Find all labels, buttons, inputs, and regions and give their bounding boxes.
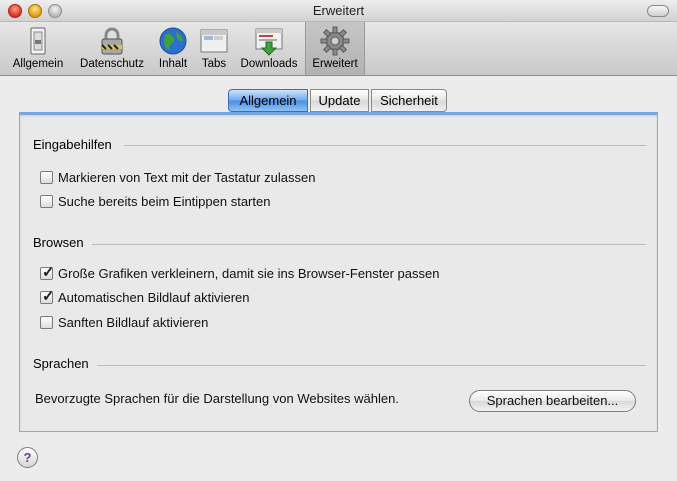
checkbox-label: Große Grafiken verkleinern, damit sie in… [58,266,440,281]
checkbox[interactable]: ✓ [40,288,55,305]
globe-icon [159,27,187,55]
toolbar-toggle-button[interactable] [647,5,669,17]
toolbar-item-tabs[interactable]: Tabs [195,22,233,75]
toolbar-label: Allgemein [12,58,64,70]
section-divider [92,244,646,245]
tab-content-panel: Eingabehilfen Markieren von Text mit der… [19,112,658,432]
toolbar-item-datenschutz[interactable]: Datenschutz [74,22,150,75]
section-title-eingabehilfen: Eingabehilfen [33,137,112,152]
checkbox-label: Suche bereits beim Eintippen starten [58,194,271,209]
tab-sicherheit[interactable]: Sicherheit [371,89,447,112]
section-title-browsen: Browsen [33,235,84,250]
section-title-sprachen: Sprachen [33,356,89,371]
checkbox-label: Automatischen Bildlauf aktivieren [58,290,250,305]
gear-icon [320,26,350,56]
edit-languages-button[interactable]: Sprachen bearbeiten... [469,390,636,412]
checkbox[interactable] [40,316,53,329]
section-divider [124,145,646,146]
preferences-toolbar: Allgemein Datenschutz Inhalt Tabs Downlo… [0,22,677,76]
toolbar-label: Downloads [240,58,298,70]
toolbar-label: Inhalt [158,58,188,70]
padlock-icon [101,27,123,55]
tab-allgemein[interactable]: Allgemein [228,89,308,112]
toolbar-label: Datenschutz [80,58,144,70]
toolbar-label: Erweitert [312,58,358,70]
toolbar-label: Tabs [201,58,227,70]
tabs-window-icon [200,29,228,53]
preferences-window: Erweitert Allgemein Datenschutz Inhalt T… [0,0,677,481]
checkbox[interactable] [40,171,53,184]
checkmark-icon: ✓ [42,264,55,281]
toolbar-item-inhalt[interactable]: Inhalt [153,22,193,75]
checkbox-label: Markieren von Text mit der Tastatur zula… [58,170,316,185]
section-divider [97,365,646,366]
downloads-icon [255,28,283,56]
checkbox[interactable]: ✓ [40,264,55,281]
toolbar-item-erweitert[interactable]: Erweitert [305,22,365,75]
checkmark-icon: ✓ [42,288,55,305]
title-bar[interactable]: Erweitert [0,0,677,22]
general-switch-icon [30,27,46,55]
help-button[interactable]: ? [17,447,38,468]
toolbar-item-downloads[interactable]: Downloads [236,22,302,75]
window-title: Erweitert [312,3,365,18]
tab-update[interactable]: Update [310,89,369,112]
toolbar-item-allgemein[interactable]: Allgemein [6,22,70,75]
checkbox[interactable] [40,195,53,208]
languages-description: Bevorzugte Sprachen für die Darstellung … [35,391,399,406]
checkbox-label: Sanften Bildlauf aktivieren [58,315,209,330]
